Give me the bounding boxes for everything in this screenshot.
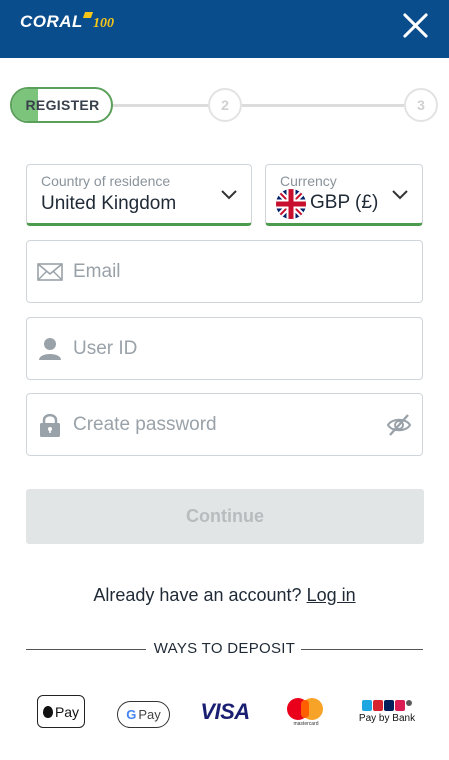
step-connector [242, 104, 404, 107]
google-g-icon: G [126, 707, 137, 722]
step-connector [112, 104, 222, 107]
close-button[interactable] [401, 10, 431, 40]
currency-value: GBP (£) [310, 192, 379, 213]
bank-brands-icon [362, 700, 412, 711]
chevron-down-icon [221, 190, 237, 200]
logo-badge: 100 [92, 16, 114, 31]
user-id-input[interactable] [73, 318, 373, 379]
coral-logo: CORAL 100 [20, 12, 114, 38]
apple-pay-text: Pay [54, 703, 80, 720]
chevron-down-icon [392, 190, 408, 200]
pay-by-bank-logo: Pay by Bank [358, 695, 416, 729]
email-input[interactable] [73, 241, 373, 302]
google-pay-logo: G Pay [117, 701, 170, 728]
uk-flag-icon [276, 189, 306, 219]
divider-line [301, 649, 423, 650]
user-icon [39, 338, 61, 360]
country-of-residence-select[interactable]: Country of residence United Kingdom [26, 164, 252, 226]
mastercard-circles-icon [287, 697, 325, 720]
step-register-active: REGISTER [10, 87, 113, 123]
step-2-indicator: 2 [208, 88, 242, 122]
login-link[interactable]: Log in [307, 585, 356, 605]
email-field[interactable] [26, 240, 423, 303]
logo-text: CORAL [20, 12, 83, 31]
lock-icon [40, 413, 60, 437]
country-caption: Country of residence [41, 173, 171, 189]
top-header-bar: CORAL 100 [0, 0, 449, 58]
registration-stepper: REGISTER 2 3 [10, 86, 440, 124]
apple-icon [42, 705, 53, 718]
currency-caption: Currency [280, 173, 337, 189]
mastercard-text: mastercard [293, 720, 319, 727]
continue-button[interactable]: Continue [26, 489, 424, 544]
eye-hidden-icon[interactable] [386, 412, 412, 438]
pay-by-bank-text: Pay by Bank [358, 713, 416, 724]
user-id-field[interactable] [26, 317, 423, 380]
apple-pay-logo: Pay [37, 695, 85, 728]
password-field[interactable] [26, 393, 423, 456]
google-pay-text: Pay [138, 707, 161, 722]
login-prompt-row: Already have an account? Log in [0, 585, 449, 606]
login-prompt-text: Already have an account? [93, 585, 302, 605]
envelope-icon [37, 263, 63, 281]
country-value: United Kingdom [41, 193, 177, 214]
currency-select[interactable]: Currency GBP (£) [265, 164, 423, 226]
step-3-indicator: 3 [404, 88, 438, 122]
visa-logo: VISA [200, 699, 250, 724]
ways-to-deposit-divider: WAYS TO DEPOSIT [26, 638, 423, 660]
mastercard-logo: mastercard [287, 695, 325, 729]
password-input[interactable] [73, 394, 373, 455]
step-register-label: REGISTER [25, 97, 100, 113]
logo-flag-icon [82, 12, 94, 18]
